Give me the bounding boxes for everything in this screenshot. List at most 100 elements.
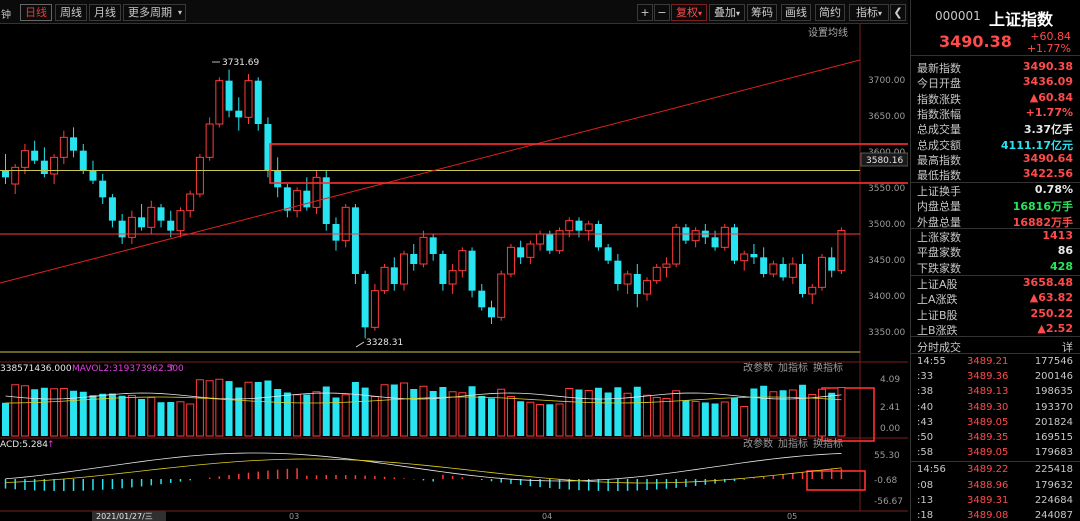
candle-body	[750, 254, 758, 258]
chart-area[interactable]: 3731.69 3328.31 设置均线 3700.00 3650.00 360…	[0, 24, 908, 521]
simple-mode-button[interactable]: 简约	[815, 4, 845, 21]
candle-body	[11, 166, 20, 185]
set-ma-button[interactable]: 设置均线	[808, 26, 848, 39]
tick-row: 14:56 3489.22 225418	[911, 464, 1080, 480]
tab-monthly[interactable]: 月线	[89, 4, 121, 21]
volume-bar	[195, 379, 204, 437]
month-label: 05	[787, 512, 797, 521]
candle-body	[341, 206, 350, 242]
add-indicator-button[interactable]: 加指标	[778, 361, 808, 374]
volume-bar	[332, 397, 340, 436]
volume-bar	[225, 381, 233, 436]
volume-bar	[147, 397, 156, 437]
tick-time: :38	[917, 386, 934, 398]
quote-row: 总成交额 4111.17亿元	[911, 137, 1080, 152]
quote-label: 最低指数	[917, 169, 961, 183]
volume-bar	[264, 380, 272, 436]
chips-button[interactable]: 筹码	[747, 4, 777, 21]
overlay-button[interactable]: 叠加▾	[709, 4, 745, 21]
low-price-label: 3328.31	[366, 338, 403, 348]
chevron-left-icon: ❮	[893, 6, 903, 19]
candle-body	[604, 247, 612, 261]
candle-body	[720, 226, 729, 248]
volume-bar	[20, 385, 29, 437]
quote-row: 上涨家数 1413	[911, 229, 1080, 244]
candle-body	[380, 266, 389, 292]
quote-row: 平盘家数 86	[911, 244, 1080, 259]
tick-row: :33 3489.36 200146	[911, 371, 1080, 387]
tick-row: :38 3489.13 198635	[911, 386, 1080, 402]
volume-bar	[623, 392, 632, 437]
volume-bar	[672, 390, 681, 437]
indicator-button[interactable]: 指标▾	[849, 4, 889, 21]
quote-value: 3.37亿手	[1023, 123, 1073, 137]
restoration-button[interactable]: 复权▾	[671, 4, 707, 21]
quote-row: 最高指数 3490.64	[911, 152, 1080, 167]
highlight-box-macd	[806, 470, 866, 491]
volume-bar	[808, 394, 817, 437]
zoom-out-button[interactable]: −	[654, 4, 670, 21]
add-indicator-button[interactable]: 加指标	[778, 437, 808, 450]
tick-volume: 200146	[1034, 371, 1073, 383]
tab-weekly[interactable]: 周线	[55, 4, 87, 21]
macd-legend: ACD:5.284	[0, 440, 48, 450]
candle-body	[147, 206, 156, 228]
tab-daily[interactable]: 日线	[20, 4, 52, 21]
quote-value: 86	[1057, 244, 1073, 258]
tick-time: :18	[917, 510, 934, 521]
candle-body	[118, 220, 126, 238]
plus-icon: +	[640, 6, 650, 19]
quote-row: 上证B股 250.22	[911, 307, 1080, 322]
tick-price: 3489.13	[967, 386, 1009, 398]
candle-body	[429, 237, 437, 254]
quote-row: 上B涨跌 ▲2.52	[911, 322, 1080, 337]
volume-bar	[419, 385, 428, 437]
volume-bar	[731, 398, 738, 436]
candle-body	[740, 253, 749, 262]
edit-params-button[interactable]: 改参数	[743, 361, 773, 374]
period-cut-label[interactable]: 钟	[1, 6, 11, 21]
candle-body	[283, 187, 291, 211]
candle-body	[40, 160, 48, 174]
zoom-in-button[interactable]: +	[637, 4, 653, 21]
quote-row: 外盘总量 16882万手	[911, 214, 1080, 229]
axis-tick: 0.00	[880, 424, 900, 434]
edit-params-button[interactable]: 改参数	[743, 437, 773, 450]
volume-bar	[760, 385, 768, 436]
tick-time: :43	[917, 416, 934, 428]
volume-bar	[497, 388, 506, 437]
quote-label: 内盘总量	[917, 200, 961, 214]
drawing-button[interactable]: 画线	[781, 4, 811, 21]
volume-bar	[517, 401, 525, 436]
candle-body	[31, 150, 39, 161]
tick-volume: 193370	[1034, 401, 1073, 413]
tick-time: :40	[917, 401, 934, 413]
tab-more-periods[interactable]: 更多周期 ▾	[123, 4, 186, 21]
candle-body	[623, 273, 632, 285]
switch-indicator-button[interactable]: 换指标	[813, 361, 843, 374]
axis-tick: 2.41	[880, 403, 900, 413]
kline-chart[interactable]: 3731.69 3328.31 设置均线 3700.00 3650.00 360…	[0, 24, 908, 521]
tick-time: :08	[917, 479, 934, 491]
arrow-up-icon: ↑	[47, 440, 55, 450]
tick-row: :50 3489.35 169515	[911, 432, 1080, 448]
candle-body	[361, 274, 369, 328]
volume-bar	[351, 382, 359, 436]
quote-value: ▲2.52	[1037, 321, 1073, 335]
index-change-pct: +1.77%	[1026, 42, 1071, 55]
volume-bar	[488, 398, 495, 436]
axis-tick: 3550.00	[868, 184, 905, 194]
ticks-detail-button[interactable]: 详	[1062, 339, 1073, 355]
volume-bar	[643, 394, 652, 437]
index-price: 3490.38	[939, 32, 1012, 51]
candle-body	[235, 110, 243, 118]
quote-label: 上A涨跌	[917, 293, 958, 307]
month-label: 04	[542, 512, 552, 521]
candle-body	[837, 229, 846, 272]
candle-body	[195, 156, 204, 195]
candle-body	[186, 193, 195, 212]
collapse-panel-button[interactable]: ❮	[890, 4, 906, 21]
switch-indicator-button[interactable]: 换指标	[813, 437, 843, 450]
volume-bar	[390, 384, 398, 436]
candle-body	[176, 210, 185, 232]
